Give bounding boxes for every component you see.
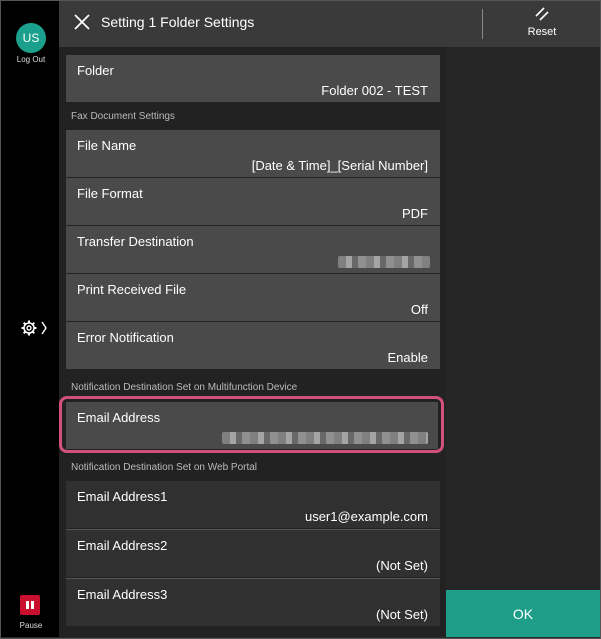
pause-icon — [26, 601, 34, 609]
page-title: Setting 1 Folder Settings — [101, 14, 255, 30]
portal-section-heading: Notification Destination Set on Web Port… — [71, 462, 258, 473]
transfer-destination-label: Transfer Destination — [77, 234, 194, 249]
ok-button[interactable]: OK — [446, 590, 600, 637]
logout-label[interactable]: Log Out — [5, 55, 57, 64]
file-format-value: PDF — [402, 206, 428, 221]
folder-label: Folder — [77, 63, 114, 78]
pause-label: Pause — [19, 621, 43, 630]
email-address2-value: (Not Set) — [375, 558, 428, 573]
file-format-label: File Format — [77, 186, 143, 201]
device-settings-toggle[interactable] — [21, 316, 57, 340]
email-address-highlight — [59, 396, 444, 453]
print-received-file-value: Off — [410, 302, 428, 317]
error-notification-label: Error Notification — [77, 330, 174, 345]
user-avatar[interactable]: US — [16, 23, 46, 53]
folder-value: Folder 002 - TEST — [321, 83, 428, 98]
user-initials: US — [22, 31, 40, 45]
error-notification-row[interactable]: Error Notification Enable — [66, 322, 440, 369]
pause-button[interactable] — [20, 595, 40, 615]
chevron-right-icon — [41, 321, 47, 335]
reset-label: Reset — [527, 26, 557, 38]
file-format-row[interactable]: File Format PDF — [66, 178, 440, 225]
folder-row[interactable]: Folder Folder 002 - TEST — [66, 55, 440, 102]
header-divider — [482, 9, 483, 39]
error-notification-value: Enable — [387, 350, 428, 365]
close-icon[interactable] — [72, 12, 92, 32]
print-received-file-label: Print Received File — [77, 282, 187, 297]
mfd-section-heading: Notification Destination Set on Multifun… — [71, 382, 298, 393]
email-address1-label: Email Address1 — [77, 489, 168, 504]
reset-icon — [535, 7, 549, 21]
print-received-file-row[interactable]: Print Received File Off — [66, 274, 440, 321]
fax-section-heading: Fax Document Settings — [71, 111, 175, 122]
email-address2-row[interactable]: Email Address2 (Not Set) — [66, 530, 440, 577]
email-address3-value: (Not Set) — [375, 607, 428, 622]
transfer-destination-value-redacted — [338, 256, 430, 268]
email-address3-label: Email Address3 — [77, 587, 168, 602]
gear-icon — [21, 320, 37, 336]
left-rail: US Log Out Pause — [1, 1, 59, 637]
right-area — [446, 47, 600, 590]
email-address1-value: user1@example.com — [304, 509, 428, 524]
email-address2-label: Email Address2 — [77, 538, 168, 553]
transfer-destination-row[interactable]: Transfer Destination — [66, 226, 440, 273]
reset-button[interactable]: Reset — [500, 4, 584, 44]
email-address3-row[interactable]: Email Address3 (Not Set) — [66, 579, 440, 626]
file-name-label: File Name — [77, 138, 137, 153]
file-name-row[interactable]: File Name [Date & Time]_[Serial Number] — [66, 130, 440, 177]
email-address1-row[interactable]: Email Address1 user1@example.com — [66, 481, 440, 528]
file-name-value: [Date & Time]_[Serial Number] — [251, 158, 428, 173]
